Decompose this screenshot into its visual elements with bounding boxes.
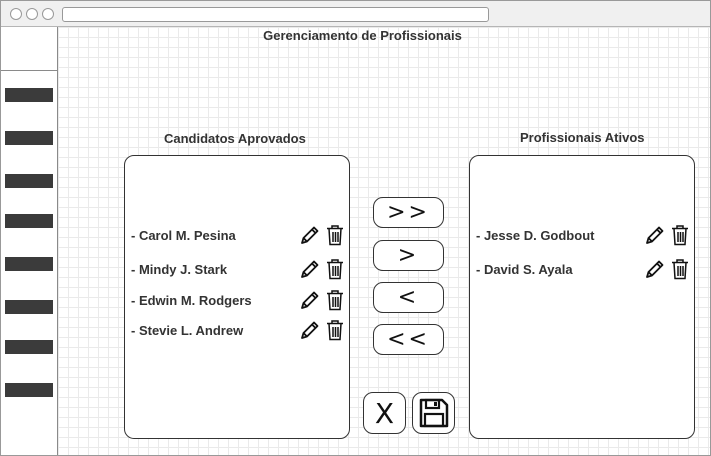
- list-item[interactable]: - Carol M. Pesina: [131, 224, 343, 246]
- sidebar-item-4[interactable]: [5, 214, 53, 228]
- move-right-button[interactable]: >: [373, 240, 444, 271]
- move-left-button[interactable]: <: [373, 282, 444, 313]
- sidebar-item-5[interactable]: [5, 257, 53, 271]
- candidate-name: - Stevie L. Andrew: [131, 323, 244, 338]
- address-bar[interactable]: [62, 7, 489, 22]
- window-minimize-dot[interactable]: [26, 8, 38, 20]
- sidebar-item-8[interactable]: [5, 383, 53, 397]
- pencil-icon[interactable]: [299, 224, 321, 246]
- sidebar-item-1[interactable]: [5, 88, 53, 102]
- trash-icon[interactable]: [325, 224, 345, 246]
- candidate-name: - Edwin M. Rodgers: [131, 293, 252, 308]
- list-item[interactable]: - David S. Ayala: [476, 258, 688, 280]
- sidebar-item-7[interactable]: [5, 340, 53, 354]
- list-item[interactable]: - Jesse D. Godbout: [476, 224, 688, 246]
- pencil-icon[interactable]: [644, 258, 666, 280]
- window-maximize-dot[interactable]: [42, 8, 54, 20]
- active-professionals-list: - Jesse D. Godbout - David S. Ayala: [469, 155, 695, 439]
- browser-titlebar: [1, 1, 710, 27]
- sidebar: [1, 27, 58, 455]
- list-item[interactable]: - Mindy J. Stark: [131, 258, 343, 280]
- window-close-dot[interactable]: [10, 8, 22, 20]
- professional-name: - Jesse D. Godbout: [476, 228, 595, 243]
- left-panel-title: Candidatos Aprovados: [164, 131, 306, 146]
- professional-name: - David S. Ayala: [476, 262, 573, 277]
- cancel-button[interactable]: X: [363, 392, 406, 434]
- approved-candidates-list: - Carol M. Pesina - Mindy J. Stark - Edw…: [124, 155, 350, 439]
- trash-icon[interactable]: [325, 319, 345, 341]
- floppy-disk-icon: [419, 398, 448, 428]
- sidebar-item-6[interactable]: [5, 300, 53, 314]
- pencil-icon[interactable]: [299, 319, 321, 341]
- trash-icon[interactable]: [325, 258, 345, 280]
- trash-icon[interactable]: [670, 258, 690, 280]
- right-panel-title: Profissionais Ativos: [520, 130, 645, 145]
- list-item[interactable]: - Stevie L. Andrew: [131, 319, 343, 341]
- save-button[interactable]: [412, 392, 455, 434]
- pencil-icon[interactable]: [644, 224, 666, 246]
- move-all-right-button[interactable]: >>: [373, 197, 444, 228]
- sidebar-item-3[interactable]: [5, 174, 53, 188]
- trash-icon[interactable]: [325, 289, 345, 311]
- move-all-left-button[interactable]: <<: [373, 324, 444, 355]
- sidebar-item-2[interactable]: [5, 131, 53, 145]
- list-item[interactable]: - Edwin M. Rodgers: [131, 289, 343, 311]
- pencil-icon[interactable]: [299, 258, 321, 280]
- candidate-name: - Carol M. Pesina: [131, 228, 236, 243]
- candidate-name: - Mindy J. Stark: [131, 262, 228, 277]
- page-title: Gerenciamento de Profissionais: [263, 28, 462, 43]
- pencil-icon[interactable]: [299, 289, 321, 311]
- trash-icon[interactable]: [670, 224, 690, 246]
